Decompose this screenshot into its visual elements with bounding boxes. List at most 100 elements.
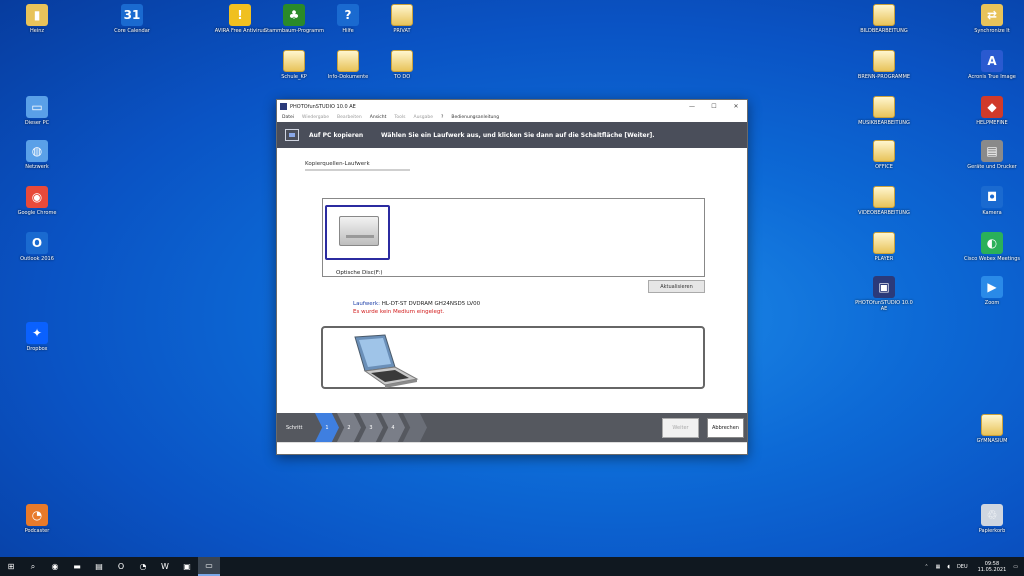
- desktop-icon-helpmefine[interactable]: ◆ HELPMEFINE: [960, 96, 1024, 126]
- musik-icon: [873, 96, 895, 118]
- desktop-icon-label: Zoom: [984, 300, 1000, 306]
- desktop-icon-podcast[interactable]: ◔ Podcaster: [5, 504, 69, 534]
- papierkorb-icon: ♲: [981, 504, 1003, 526]
- menu-item-4[interactable]: Tools: [394, 115, 405, 120]
- drive-list: Optische Disc(F:): [322, 198, 705, 277]
- volume-icon[interactable]: ◖: [947, 564, 950, 570]
- taskbar-store-icon[interactable]: ▣: [176, 557, 198, 576]
- taskbar-photostudio-icon[interactable]: ▭: [198, 557, 220, 576]
- desktop-icon-kamera[interactable]: ◘ Kamera: [960, 186, 1024, 216]
- desktop-icon-label: OFFICE: [875, 164, 893, 170]
- desktop-icon-photostudio[interactable]: ▣ PHOTOfunSTUDIO 10.0 AE: [852, 276, 916, 312]
- chevron-up-icon[interactable]: ⌃: [924, 564, 928, 570]
- refresh-button[interactable]: Aktualisieren: [648, 280, 705, 293]
- drive-info-key: Laufwerk:: [353, 301, 380, 307]
- desktop-icon-label: Dieser PC: [24, 120, 50, 126]
- desktop-icon-doc3[interactable]: TO DO: [370, 50, 434, 80]
- taskbar-explorer-icon[interactable]: ▬: [66, 557, 88, 576]
- bildbearbeitung-icon: [873, 4, 895, 26]
- taskbar-start-icon[interactable]: ⊞: [0, 557, 22, 576]
- desktop-icon-label: PLAYER: [874, 256, 894, 262]
- next-button[interactable]: Weiter: [662, 418, 699, 438]
- drive-info: Laufwerk: HL-DT-ST DVDRAM GH24NSD5 LV00 …: [353, 300, 480, 316]
- desktop-icon-label: Synchronize It: [974, 28, 1010, 34]
- desktop-icon-label: PRIVAT: [393, 28, 411, 34]
- notification-icon[interactable]: ▭: [1013, 564, 1018, 570]
- taskbar-chrome-icon[interactable]: ◉: [44, 557, 66, 576]
- zoom-icon: ▶: [981, 276, 1003, 298]
- clock[interactable]: 09:58 11.05.2021: [978, 561, 1007, 573]
- desktop-icon-gymnasium[interactable]: GYMNASIUM: [960, 414, 1024, 444]
- podcast-icon: ◔: [26, 504, 48, 526]
- maximize-button[interactable]: ☐: [703, 103, 725, 110]
- wizard-banner: Auf PC kopieren Wählen Sie ein Laufwerk …: [277, 122, 747, 148]
- desktop-icon-label: Papierkorb: [978, 528, 1006, 534]
- desktop-icon-label: Podcaster: [24, 528, 50, 534]
- desktop-icon-dieser-pc[interactable]: ▭ Dieser PC: [5, 96, 69, 126]
- step-bar: Schritt 1234 Weiter Abbrechen: [277, 413, 747, 442]
- avast-icon: !: [229, 4, 251, 26]
- menu-item-5[interactable]: Ausgabe: [413, 115, 433, 120]
- optical-drive-icon: [339, 216, 379, 246]
- desktop-icon-outlook[interactable]: O Outlook 2016: [5, 232, 69, 262]
- desktop-icon-webex[interactable]: ◐ Cisco Webex Meetings: [960, 232, 1024, 262]
- taskbar-search-icon[interactable]: ⌕: [22, 557, 44, 576]
- desktop-icon-videobearbeitung[interactable]: VIDEOBEARBEITUNG: [852, 186, 916, 216]
- window-titlebar[interactable]: PHOTOfunSTUDIO 10.0 AE — ☐ ✕: [277, 100, 747, 113]
- player-icon: [873, 232, 895, 254]
- dropbox-icon: ✦: [26, 322, 48, 344]
- desktop-icon-office[interactable]: OFFICE: [852, 140, 916, 170]
- desktop-icon-label: Cisco Webex Meetings: [963, 256, 1021, 262]
- desktop-icon-brenn[interactable]: BRENN-PROGRAMME: [852, 50, 916, 80]
- taskbar-podcast-icon[interactable]: ◔: [132, 557, 154, 576]
- desktop-icon-sync[interactable]: ⇄ Synchronize It: [960, 4, 1024, 34]
- taskbar-items: ⊞ ⌕ ◉ ▬ ▤ O ◔ W ▣ ▭: [0, 557, 220, 576]
- desktop-icon-dropbox[interactable]: ✦ Dropbox: [5, 322, 69, 352]
- desktop-icon-label: Dropbox: [26, 346, 48, 352]
- desktop-icon-zoom[interactable]: ▶ Zoom: [960, 276, 1024, 306]
- language-indicator[interactable]: DEU: [957, 564, 968, 570]
- menu-item-7[interactable]: Bedienungsanleitung: [451, 115, 499, 120]
- desktop-icon-label: HELPMEFINE: [976, 120, 1008, 126]
- folder-top-icon: [391, 4, 413, 26]
- drive-optical-disc[interactable]: Optische Disc(F:): [325, 205, 390, 276]
- geraete-icon: ▤: [981, 140, 1003, 162]
- menu-item-3[interactable]: Ansicht: [370, 115, 387, 120]
- desktop-icon-core-calendar[interactable]: 31 Core Calendar: [100, 4, 164, 34]
- desktop-icon-geraete[interactable]: ▤ Geräte und Drucker: [960, 140, 1024, 170]
- desktop-icon-label: PHOTOfunSTUDIO 10.0 AE: [855, 300, 913, 312]
- minimize-button[interactable]: —: [681, 103, 703, 110]
- gymnasium-icon: [981, 414, 1003, 436]
- help-icon: ?: [337, 4, 359, 26]
- doc1-icon: [283, 50, 305, 72]
- desktop-icon-player[interactable]: PLAYER: [852, 232, 916, 262]
- tree-icon: ♣: [283, 4, 305, 26]
- menu-bar: Datei Wiedergabe Bearbeiten Ansicht Tools Aus…: [277, 113, 747, 122]
- desktop-icon-label: Core Calendar: [114, 28, 150, 34]
- taskbar-word-icon[interactable]: W: [154, 557, 176, 576]
- desktop-icon-heinz[interactable]: ▮ Heinz: [5, 4, 69, 34]
- taskbar-outlook-icon[interactable]: O: [110, 557, 132, 576]
- desktop-icon-label: Acronis True Image: [968, 74, 1016, 80]
- close-button[interactable]: ✕: [725, 103, 747, 110]
- desktop-icon-folder-top[interactable]: PRIVAT: [370, 4, 434, 34]
- menu-item-2[interactable]: Bearbeiten: [337, 115, 362, 120]
- cancel-button[interactable]: Abbrechen: [707, 418, 744, 438]
- desktop-icon-netzwerk[interactable]: ◍ Netzwerk: [5, 140, 69, 170]
- menu-item-0[interactable]: Datei: [282, 115, 294, 120]
- desktop-icon-acronis[interactable]: A Acronis True Image: [960, 50, 1024, 80]
- desktop-icon-musik[interactable]: MUSIKBEARBEITUNG: [852, 96, 916, 126]
- taskbar-folder-icon[interactable]: ▤: [88, 557, 110, 576]
- desktop-icon-chrome[interactable]: ◉ Google Chrome: [5, 186, 69, 216]
- network-icon[interactable]: ▦: [936, 564, 941, 570]
- desktop-icon-label: Google Chrome: [17, 210, 57, 216]
- menu-item-1[interactable]: Wiedergabe: [302, 115, 329, 120]
- heinz-icon: ▮: [26, 4, 48, 26]
- desktop-icon-label: VIDEOBEARBEITUNG: [858, 210, 910, 216]
- desktop-icon-papierkorb[interactable]: ♲ Papierkorb: [960, 504, 1024, 534]
- brenn-icon: [873, 50, 895, 72]
- menu-item-6[interactable]: ?: [441, 115, 443, 120]
- step-3: 3: [359, 413, 383, 442]
- desktop-icon-label: MUSIKBEARBEITUNG: [858, 120, 910, 126]
- desktop-icon-bildbearbeitung[interactable]: BILDBEARBEITUNG: [852, 4, 916, 34]
